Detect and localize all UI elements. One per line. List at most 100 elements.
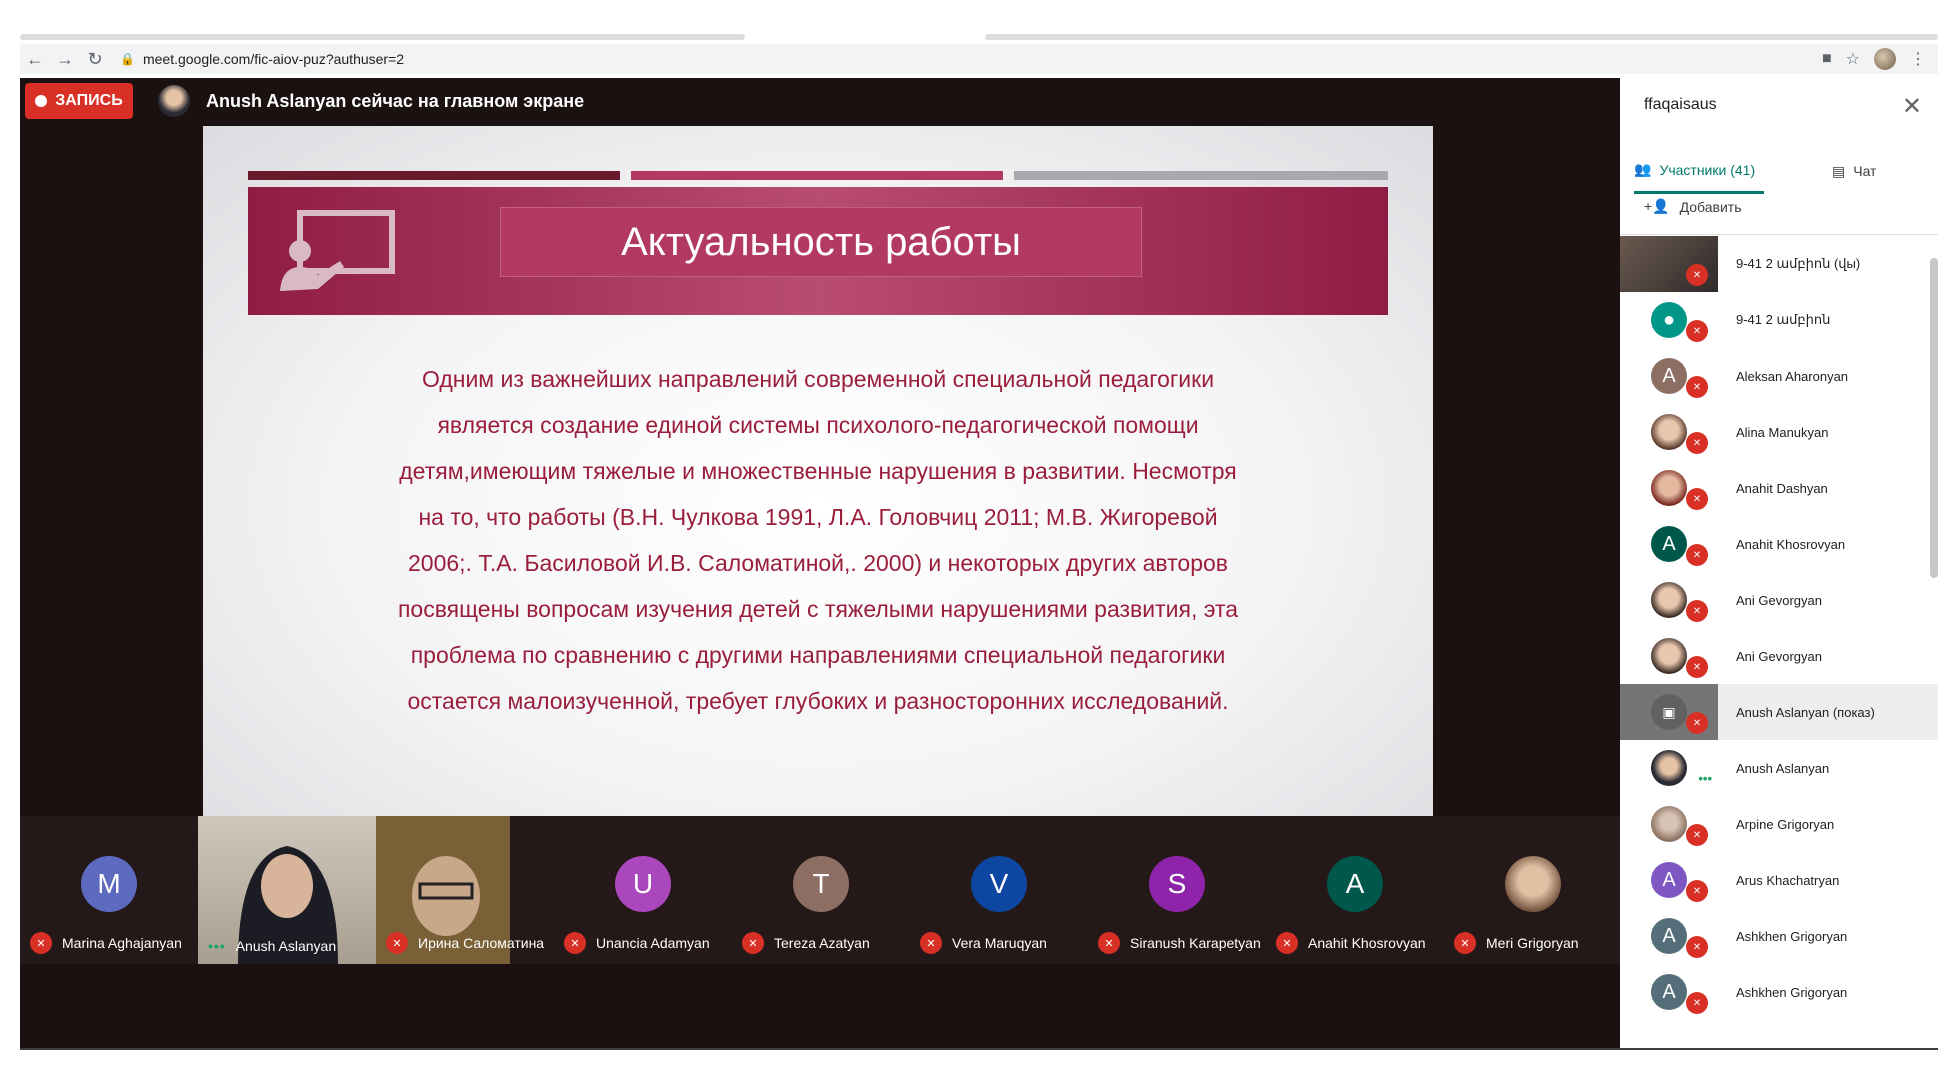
presentation-icon xyxy=(280,210,395,291)
participant-tile[interactable]: T ✕ Tereza Azatyan xyxy=(732,816,910,964)
participant-name: 9-41 2 ամբիոն xyxy=(1736,312,1831,327)
screen-share-icon: ▣ xyxy=(1651,694,1687,730)
participant-name: Vera Maruqyan xyxy=(952,935,1047,951)
reload-icon[interactable]: ↻ xyxy=(80,44,110,74)
participant-thumb: A ✕ xyxy=(1620,964,1718,1020)
participant-name: Tereza Azatyan xyxy=(774,935,870,951)
participant-avatar: U xyxy=(615,856,671,912)
participant-thumb: ✕ xyxy=(1620,628,1718,684)
slide-body: Одним из важнейших направлений современн… xyxy=(343,356,1293,724)
participants-panel: ffaqaisaus ✕ 👥 Участники (41) ▤ Чат +👤 Д… xyxy=(1620,78,1938,1048)
participant-avatar xyxy=(1651,806,1687,842)
participant-name: Aleksan Aharonyan xyxy=(1736,368,1849,384)
mic-off-icon: ✕ xyxy=(1276,932,1298,954)
close-icon[interactable]: ✕ xyxy=(1902,92,1922,121)
back-icon[interactable]: ← xyxy=(20,44,50,74)
camera-icon[interactable]: ■ xyxy=(1822,50,1832,68)
slide-line: на то, что работы (В.Н. Чулкова 1991, Л.… xyxy=(418,504,1218,530)
window-bottom-edge xyxy=(20,1048,1938,1050)
divider xyxy=(1620,234,1938,235)
participant-row[interactable]: ✕ Alina Manukyan xyxy=(1620,404,1938,460)
mic-off-icon: ✕ xyxy=(742,932,764,954)
presenter-status: Anush Aslanyan сейчас на главном экране xyxy=(206,91,585,111)
participant-name: Ashkhen Grigoryan xyxy=(1736,928,1848,944)
participant-thumb: A ✕ xyxy=(1620,908,1718,964)
mic-off-icon: ✕ xyxy=(1686,600,1708,622)
participant-thumb: ▣ ✕ xyxy=(1620,684,1718,740)
participant-name: Ani Gevorgyan xyxy=(1736,592,1822,608)
participant-row[interactable]: ● ✕ 9-41 2 ամբիոն xyxy=(1620,292,1938,348)
participant-avatar: M xyxy=(81,856,137,912)
tab-chat-label: Чат xyxy=(1853,163,1877,179)
participant-name: Ashkhen Grigoryan xyxy=(1736,984,1848,1000)
participant-tile[interactable]: ••• Anush Aslanyan xyxy=(198,816,376,964)
mic-off-icon: ✕ xyxy=(1686,432,1708,454)
participant-name: Arus Khachatryan xyxy=(1736,872,1840,888)
slide-stripe xyxy=(248,171,620,180)
participant-tile[interactable]: V ✕ Vera Maruqyan xyxy=(910,816,1088,964)
participant-row[interactable]: A ✕ Ashkhen Grigoryan xyxy=(1620,908,1938,964)
participant-name: Marina Aghajanyan xyxy=(62,935,182,951)
participant-thumb: ••• xyxy=(1620,740,1718,796)
participant-avatar xyxy=(1651,750,1687,786)
participant-row[interactable]: A ✕ Aleksan Aharonyan xyxy=(1620,348,1938,404)
mic-off-icon: ✕ xyxy=(1098,932,1120,954)
participant-avatar: T xyxy=(793,856,849,912)
menu-dots-icon[interactable]: ⋮ xyxy=(1910,49,1926,69)
participant-avatar: A xyxy=(1651,358,1687,394)
tab-participants[interactable]: 👥 Участники (41) xyxy=(1634,148,1764,194)
participant-row[interactable]: ✕ Anahit Dashyan xyxy=(1620,460,1938,516)
mic-off-icon: ✕ xyxy=(1686,376,1708,398)
tab-chat[interactable]: ▤ Чат xyxy=(1832,148,1912,194)
participant-row[interactable]: ✕ Ani Gevorgyan xyxy=(1620,628,1938,684)
participant-avatar xyxy=(1651,470,1687,506)
mic-off-icon: ✕ xyxy=(1686,264,1708,286)
participant-tile[interactable]: M ✕ Marina Aghajanyan xyxy=(20,816,198,964)
people-icon: 👥 xyxy=(1634,161,1652,177)
participant-name: Alina Manukyan xyxy=(1736,424,1829,440)
participant-thumb: ✕ xyxy=(1620,572,1718,628)
participant-row[interactable]: A ✕ Anahit Khosrovyan xyxy=(1620,516,1938,572)
participant-tile[interactable]: ✕ Ирина Саломатина xyxy=(376,816,544,964)
participant-tile[interactable]: S ✕ Siranush Karapetyan xyxy=(1088,816,1266,964)
url-text: meet.google.com/fic-aiov-puz?authuser=2 xyxy=(142,51,405,67)
participant-avatar xyxy=(1651,638,1687,674)
participant-row[interactable]: ✕ Ani Gevorgyan xyxy=(1620,572,1938,628)
forward-icon[interactable]: → xyxy=(50,44,80,74)
record-label: ЗАПИСЬ xyxy=(55,92,123,109)
panel-tabs: 👥 Участники (41) ▤ Чат xyxy=(1620,148,1938,196)
participant-thumb: ✕ xyxy=(1620,404,1718,460)
slide-title: Актуальность работы xyxy=(500,207,1142,277)
speaking-dots-icon: ••• xyxy=(208,938,226,954)
participant-thumb: ✕ xyxy=(1620,236,1718,292)
presentation-slide: Актуальность работы Одним из важнейших н… xyxy=(203,126,1433,816)
participant-row[interactable]: ✕ 9-41 2 ամբիոն (վы) xyxy=(1620,236,1938,292)
browser-tab[interactable] xyxy=(985,34,1938,40)
bookmark-star-icon[interactable]: ☆ xyxy=(1846,49,1860,69)
participant-avatar xyxy=(1505,856,1561,912)
slide-line: проблема по сравнению с другими направле… xyxy=(410,642,1226,668)
browser-tab[interactable] xyxy=(20,34,745,40)
participant-name: Arpine Grigoryan xyxy=(1736,816,1835,832)
address-bar[interactable]: 🔒 meet.google.com/fic-aiov-puz?authuser=… xyxy=(110,46,1822,72)
participant-name: Ирина Саломатина xyxy=(418,935,545,951)
profile-avatar[interactable] xyxy=(1874,48,1896,70)
participant-tile[interactable]: ✕ Meri Grigoryan xyxy=(1444,816,1622,964)
panel-scrollbar[interactable] xyxy=(1930,258,1938,578)
participant-avatar: A xyxy=(1651,918,1687,954)
participant-row[interactable]: ••• Anush Aslanyan xyxy=(1620,740,1938,796)
mic-off-icon: ✕ xyxy=(1686,712,1708,734)
participant-tile[interactable]: U ✕ Unancia Adamyan xyxy=(554,816,732,964)
slide-stripe xyxy=(1014,171,1388,180)
add-participant-button[interactable]: +👤 Добавить xyxy=(1644,198,1741,215)
participant-tile[interactable]: A ✕ Anahit Khosrovyan xyxy=(1266,816,1444,964)
mic-off-icon: ✕ xyxy=(564,932,586,954)
participant-thumb: A ✕ xyxy=(1620,852,1718,908)
participant-row[interactable]: A ✕ Arus Khachatryan xyxy=(1620,852,1938,908)
participant-row[interactable]: A ✕ Ashkhen Grigoryan xyxy=(1620,964,1938,1020)
participant-avatar xyxy=(1651,414,1687,450)
participant-thumb: A ✕ xyxy=(1620,516,1718,572)
mic-off-icon: ✕ xyxy=(1686,992,1708,1014)
participant-row[interactable]: ✕ Arpine Grigoryan xyxy=(1620,796,1938,852)
participant-row[interactable]: ▣ ✕ Anush Aslanyan (показ) xyxy=(1620,684,1938,740)
